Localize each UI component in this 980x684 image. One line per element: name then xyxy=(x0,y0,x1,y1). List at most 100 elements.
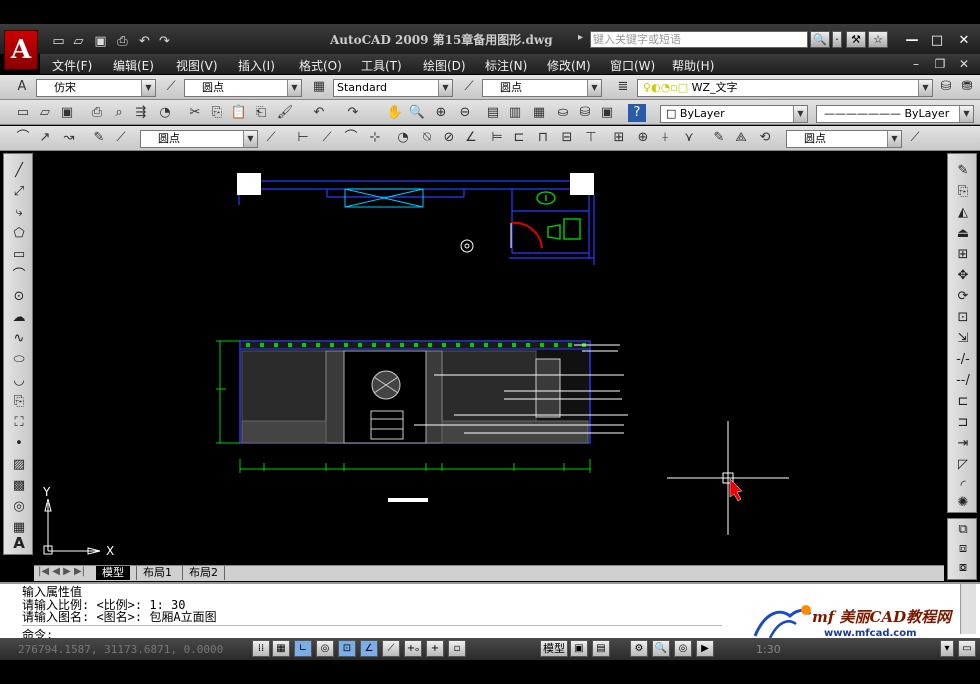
redo-icon[interactable]: ↷ xyxy=(156,34,173,50)
menu-edit[interactable]: 编辑(E) xyxy=(113,57,154,74)
hatch-icon[interactable]: ▨ xyxy=(9,456,29,474)
arc-length-icon[interactable]: ⌒ xyxy=(342,129,360,147)
steering-wheel-button[interactable]: ⚙ xyxy=(630,640,648,657)
copy-icon[interactable]: ⎘ xyxy=(208,104,226,122)
object-snap-button[interactable]: ⊡ xyxy=(338,640,356,657)
rectangle-icon[interactable]: ▭ xyxy=(9,246,29,264)
polyline-icon[interactable]: ⤷ xyxy=(9,204,29,222)
layer-previous-icon[interactable]: ⛃ xyxy=(958,78,976,96)
zoom-status-button[interactable]: 🔍 xyxy=(652,640,670,657)
zoom-window-icon[interactable]: ⊕ xyxy=(432,104,450,122)
dim-break-icon[interactable]: ⊤ xyxy=(582,129,600,147)
paste-block-icon[interactable]: ⎗ xyxy=(252,104,270,122)
insert-block-icon[interactable]: ⎘ xyxy=(9,393,29,411)
revcloud-icon[interactable]: ☁ xyxy=(9,309,29,327)
quick-dim-icon[interactable]: ⊨ xyxy=(488,129,506,147)
tab-model[interactable]: 模型 xyxy=(96,566,130,580)
plot-icon[interactable]: ⎙ xyxy=(88,104,106,122)
tab-nav-arrows[interactable]: |◀ ◀ ▶ ▶| xyxy=(38,566,85,577)
design-center-icon[interactable]: ▥ xyxy=(506,104,524,122)
menu-draw[interactable]: 绘图(D) xyxy=(423,57,466,74)
trim-icon[interactable]: -/- xyxy=(953,351,973,369)
quick-properties-button[interactable]: ▫ xyxy=(448,640,466,657)
open-file-icon[interactable]: ▱ xyxy=(36,104,54,122)
tolerance-icon[interactable]: ⊞ xyxy=(610,129,628,147)
model-space-button[interactable]: 模型 xyxy=(540,640,568,657)
stretch-icon[interactable]: ⇲ xyxy=(953,330,973,348)
qnew-icon[interactable]: ▭ xyxy=(14,104,32,122)
jogged-dim-icon[interactable]: ⍉ xyxy=(418,129,436,147)
orbit-status-button[interactable]: ◎ xyxy=(674,640,692,657)
draw-order-front-icon[interactable]: ⧉ xyxy=(953,521,973,539)
zoom-previous-icon[interactable]: ⊖ xyxy=(456,104,474,122)
dim-edit-icon[interactable]: ✎ xyxy=(90,129,108,147)
undo-icon[interactable]: ↶ xyxy=(136,34,153,50)
search-input[interactable]: 键入关键字或短语 xyxy=(590,31,808,48)
dim-style-combo[interactable]: 圆点 ▼ xyxy=(184,79,302,97)
circle-icon[interactable]: ⊙ xyxy=(9,288,29,306)
array-icon[interactable]: ⊞ xyxy=(953,246,973,264)
break-icon[interactable]: ⊐ xyxy=(953,414,973,432)
center-mark-icon[interactable]: ⊕ xyxy=(634,129,652,147)
markup-icon[interactable]: ⛁ xyxy=(576,104,594,122)
restore-button[interactable]: □ xyxy=(928,33,946,49)
table-style-icon[interactable]: ▦ xyxy=(310,78,328,96)
dim-tedit-icon[interactable]: ⟁ xyxy=(732,129,750,147)
doc-restore-button[interactable]: ❐ xyxy=(931,57,949,71)
erase-icon[interactable]: ✎ xyxy=(953,162,973,180)
ortho-mode-button[interactable]: ∟ xyxy=(294,640,312,657)
dim-linear-arc-icon[interactable]: ⌒ xyxy=(14,129,32,147)
help-icon[interactable]: ? xyxy=(628,104,646,122)
menu-file[interactable]: 文件(F) xyxy=(52,57,92,74)
dim-edit-2-icon[interactable]: ✎ xyxy=(710,129,728,147)
menu-format[interactable]: 格式(O) xyxy=(299,57,342,74)
minimize-button[interactable]: — xyxy=(903,33,921,49)
properties-icon[interactable]: ▤ xyxy=(484,104,502,122)
print-icon[interactable]: ⎙ xyxy=(114,34,131,50)
object-snap-tracking-button[interactable]: ∠ xyxy=(360,640,378,657)
ellipse-icon[interactable]: ⬭ xyxy=(9,351,29,369)
dimstyle-combo-1[interactable]: 圆点 ▼ xyxy=(140,130,258,148)
construction-line-icon[interactable]: ⤢ xyxy=(9,183,29,201)
quick-view-drawings-button[interactable]: ▤ xyxy=(592,640,610,657)
offset-icon[interactable]: ⏏ xyxy=(953,225,973,243)
drawing-canvas[interactable]: Y X xyxy=(34,153,944,565)
polar-tracking-button[interactable]: ◎ xyxy=(316,640,334,657)
mleader-style-combo[interactable]: 圆点 ▼ xyxy=(482,79,602,97)
linear-dim-icon[interactable]: ⊢ xyxy=(294,129,312,147)
menu-tools[interactable]: 工具(T) xyxy=(361,57,402,74)
angular-dim-icon[interactable]: ∠ xyxy=(462,129,480,147)
make-current-layer-icon[interactable]: ⛁ xyxy=(937,78,955,96)
make-block-icon[interactable]: ⛶ xyxy=(9,414,29,432)
menu-modify[interactable]: 修改(M) xyxy=(547,57,591,74)
spline-icon[interactable]: ∿ xyxy=(9,330,29,348)
annotation-scale[interactable]: 1:30 xyxy=(756,643,781,656)
redo-toolbar-icon[interactable]: ↷ xyxy=(344,104,362,122)
arc-icon[interactable]: ⌒ xyxy=(9,267,29,285)
move-icon[interactable]: ✥ xyxy=(953,267,973,285)
menu-insert[interactable]: 插入(I) xyxy=(238,57,275,74)
undo-toolbar-icon[interactable]: ↶ xyxy=(310,104,328,122)
doc-close-button[interactable]: ✕ xyxy=(955,57,973,71)
fillet-icon[interactable]: ◜ xyxy=(953,477,973,495)
chamfer-icon[interactable]: ◸ xyxy=(953,456,973,474)
dim-space-icon[interactable]: ⊟ xyxy=(558,129,576,147)
showmotion-button[interactable]: ▶ xyxy=(696,640,714,657)
dim-aligned-icon[interactable]: ↗ xyxy=(36,129,54,147)
calculator-icon[interactable]: ▣ xyxy=(598,104,616,122)
status-menu-arrow[interactable]: ▾ xyxy=(940,640,954,657)
layer-properties-icon[interactable]: ≣ xyxy=(614,78,632,96)
color-combo[interactable]: □ ByLayer ▼ xyxy=(660,105,808,123)
ordinate-dim-icon[interactable]: ⊹ xyxy=(366,129,384,147)
cut-icon[interactable]: ✂ xyxy=(186,104,204,122)
copy-object-icon[interactable]: ⎘ xyxy=(953,183,973,201)
save-icon[interactable]: ▣ xyxy=(92,34,109,50)
zoom-realtime-icon[interactable]: 🔍 xyxy=(408,104,426,122)
clean-screen-button[interactable]: ▭ xyxy=(958,640,976,657)
search-icon[interactable]: 🔍 xyxy=(810,31,830,48)
jogged-linear-icon[interactable]: ⋎ xyxy=(680,129,698,147)
diameter-dim-icon[interactable]: ⊘ xyxy=(440,129,458,147)
radius-dim-icon[interactable]: ◔ xyxy=(394,129,412,147)
region-icon[interactable]: ◎ xyxy=(9,498,29,516)
text-style-combo[interactable]: 仿宋 ▼ xyxy=(36,79,156,97)
